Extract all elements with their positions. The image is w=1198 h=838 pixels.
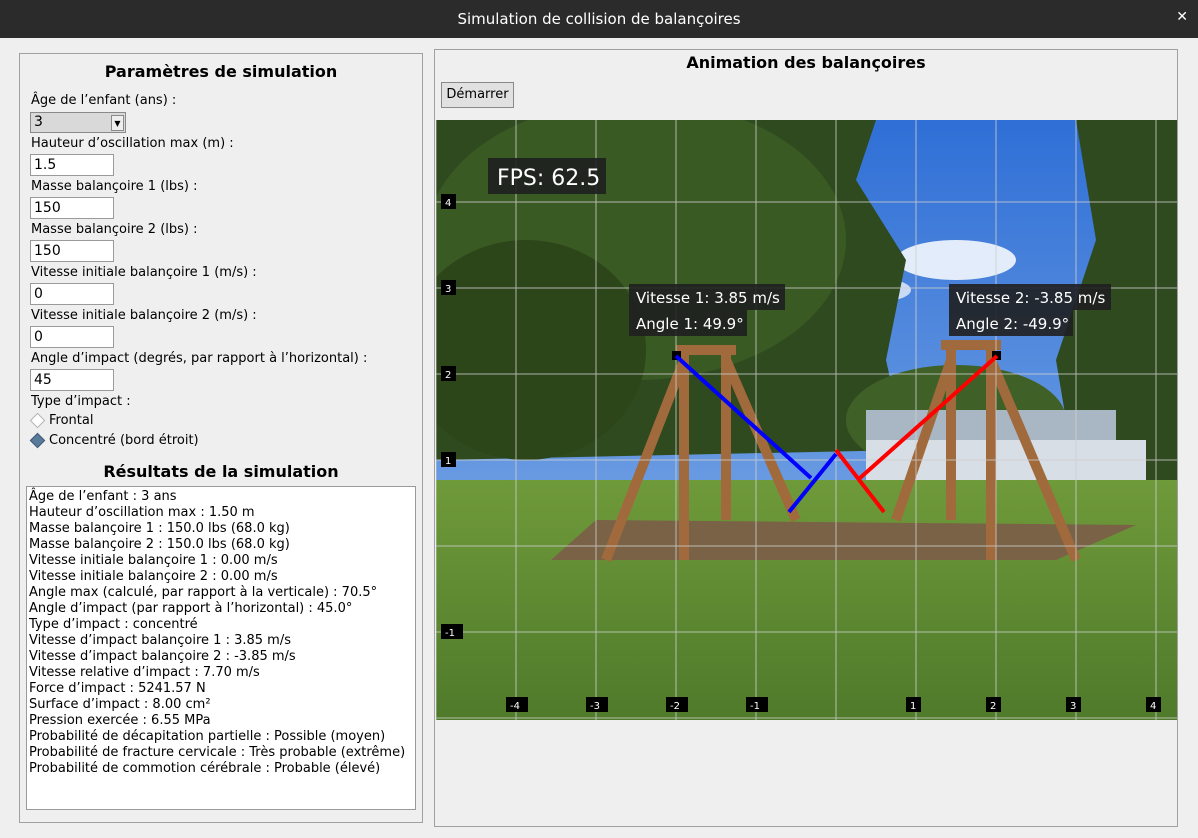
velocity1-label: Vitesse initiale balançoire 1 (m/s) : [31, 265, 257, 280]
result-line: Angle max (calculé, par rapport à la ver… [29, 585, 378, 600]
mass1-label: Masse balançoire 1 (lbs) : [31, 179, 198, 194]
tick-label: 2 [445, 370, 451, 381]
grid [436, 120, 1177, 720]
tick-label: 4 [445, 198, 451, 209]
result-line: Âge de l’enfant : 3 ans [29, 489, 177, 504]
fps-label: FPS: 62.5 [497, 166, 600, 191]
tick-label: 4 [1150, 701, 1156, 712]
tick-label: -1 [750, 701, 760, 712]
radio-concentrated[interactable]: Concentré (bord étroit) [29, 432, 199, 449]
result-line: Probabilité de commotion cérébrale : Pro… [29, 761, 381, 776]
window-title: Simulation de collision de balançoires [457, 10, 741, 28]
result-line: Masse balançoire 2 : 150.0 lbs (68.0 kg) [29, 537, 290, 552]
animation-title: Animation des balançoires [686, 53, 926, 72]
parameters-title: Paramètres de simulation [104, 62, 338, 81]
result-line: Masse balançoire 1 : 150.0 lbs (68.0 kg) [29, 521, 290, 536]
animation-canvas[interactable]: -4 -3 -2 -1 1 2 3 4 4 3 2 1 -1 FPS: 62.5 Vitesse 1: … [436, 120, 1177, 720]
close-icon[interactable]: ✕ [1176, 9, 1188, 25]
radio-concentrated-label: Concentré (bord étroit) [49, 433, 199, 448]
tick-label: -1 [445, 628, 455, 639]
result-line: Pression exercée : 6.55 MPa [29, 713, 211, 728]
result-line: Vitesse relative d’impact : 7.70 m/s [29, 665, 260, 680]
axis-ticks: -4 -3 -2 -1 1 2 3 4 4 3 2 1 -1 [441, 194, 1161, 712]
radio-frontal-label: Frontal [49, 413, 94, 428]
velocity2-label: Vitesse initiale balançoire 2 (m/s) : [31, 308, 257, 323]
result-line: Vitesse d’impact balançoire 2 : -3.85 m/… [29, 649, 296, 664]
result-line: Surface d’impact : 8.00 cm² [29, 697, 211, 712]
results-title: Résultats de la simulation [103, 462, 339, 481]
age-label: Âge de l’enfant (ans) : [31, 93, 177, 108]
result-line: Force d’impact : 5241.57 N [29, 681, 206, 696]
angle1-label: Angle 1: 49.9° [636, 315, 744, 333]
tick-label: 1 [910, 701, 916, 712]
result-line: Vitesse initiale balançoire 1 : 0.00 m/s [29, 553, 278, 568]
impact-angle-label: Angle d’impact (degrés, par rapport à l’… [31, 351, 368, 366]
height-label: Hauteur d’oscillation max (m) : [31, 136, 234, 151]
mass1-input[interactable] [30, 197, 114, 219]
window-titlebar: Simulation de collision de balançoires ✕ [0, 0, 1198, 38]
velocity2-input[interactable] [30, 326, 114, 348]
tick-label: 3 [445, 284, 451, 295]
result-line: Probabilité de décapitation partielle : … [29, 729, 386, 744]
tick-label: -3 [590, 701, 600, 712]
tick-label: 2 [990, 701, 996, 712]
swing2-seat [834, 448, 886, 514]
animation-panel: Animation des balançoires Démarrer -4 -3… [434, 49, 1178, 827]
result-line: Vitesse initiale balançoire 2 : 0.00 m/s [29, 569, 278, 584]
tick-label: -4 [510, 701, 520, 712]
result-line: Vitesse d’impact balançoire 1 : 3.85 m/s [29, 633, 291, 648]
angle2-label: Angle 2: -49.9° [956, 315, 1069, 333]
age-select-value: 3 [34, 114, 43, 130]
tick-label: 3 [1070, 701, 1076, 712]
results-textbox[interactable]: Âge de l’enfant : 3 ans Hauteur d’oscilla… [26, 486, 416, 810]
age-select[interactable]: 3 ▼ [30, 112, 126, 133]
result-line: Probabilité de fracture cervicale : Très… [29, 745, 406, 760]
mass2-input[interactable] [30, 240, 114, 262]
chevron-down-icon[interactable]: ▼ [111, 115, 124, 131]
mass2-label: Masse balançoire 2 (lbs) : [31, 222, 198, 237]
result-line: Angle d’impact (par rapport à l’horizont… [29, 601, 353, 616]
radio-frontal[interactable]: Frontal [29, 412, 94, 429]
tick-label: 1 [445, 456, 451, 467]
radio-indicator-frontal[interactable] [29, 412, 46, 429]
speed1-label: Vitesse 1: 3.85 m/s [636, 289, 780, 307]
velocity1-input[interactable] [30, 283, 114, 305]
start-button[interactable]: Démarrer [441, 82, 514, 108]
overlay-svg: -4 -3 -2 -1 1 2 3 4 4 3 2 1 -1 FPS: 62.5 Vitesse 1: … [436, 120, 1177, 720]
radio-indicator-concentrated[interactable] [29, 432, 46, 449]
height-input[interactable] [30, 154, 114, 176]
impact-angle-input[interactable] [30, 369, 114, 391]
parameters-panel: Paramètres de simulation Âge de l’enfant… [19, 53, 423, 823]
main-area: Paramètres de simulation Âge de l’enfant… [0, 38, 1198, 838]
tick-label: -2 [670, 701, 680, 712]
result-line: Hauteur d’oscillation max : 1.50 m [29, 505, 255, 520]
speed2-label: Vitesse 2: -3.85 m/s [956, 289, 1105, 307]
result-line: Type d’impact : concentré [29, 617, 198, 632]
impact-type-label: Type d’impact : [31, 394, 131, 409]
